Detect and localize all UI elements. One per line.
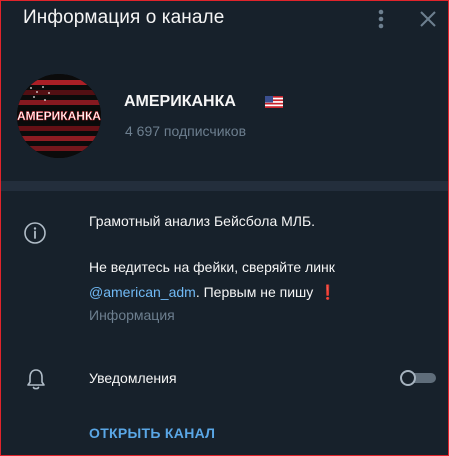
flag-logo-image: АМЕРИКАНКА <box>17 74 101 158</box>
toggle-knob <box>400 370 416 386</box>
description-line-2: Не ведитесь на фейки, сверяйте линк <box>89 259 335 275</box>
us-flag-icon <box>265 96 283 108</box>
close-button[interactable] <box>417 8 439 30</box>
notifications-toggle[interactable] <box>400 370 436 386</box>
info-caption: Информация <box>89 307 175 323</box>
more-menu-button[interactable] <box>371 7 391 31</box>
description-line-1: Грамотный анализ Бейсбола МЛБ. <box>89 213 316 229</box>
subscriber-count: 4 697 подписчиков <box>125 123 247 139</box>
admin-link[interactable]: @american_adm <box>89 284 196 300</box>
close-icon <box>420 11 436 27</box>
description-line-3: @american_adm. Первым не пишу ❗ <box>89 284 337 301</box>
page-title: Информация о канале <box>23 7 225 28</box>
open-channel-button[interactable]: ОТКРЫТЬ КАНАЛ <box>89 425 215 441</box>
bell-icon <box>27 369 45 390</box>
more-vertical-icon <box>378 9 384 29</box>
header: Информация о канале <box>1 1 448 39</box>
channel-name: АМЕРИКАНКА <box>124 93 236 110</box>
exclamation-icon: ❗ <box>319 284 337 300</box>
section-divider <box>1 181 448 191</box>
notifications-label: Уведомления <box>89 370 177 386</box>
description-line-3-text: . Первым не пишу <box>195 284 314 300</box>
avatar[interactable]: АМЕРИКАНКА <box>17 74 101 158</box>
avatar-logo-text: АМЕРИКАНКА <box>17 109 101 123</box>
info-icon <box>24 222 46 244</box>
channel-info-window: Информация о канале АМЕРИКАНКА АМЕРИКАНК… <box>0 0 449 456</box>
